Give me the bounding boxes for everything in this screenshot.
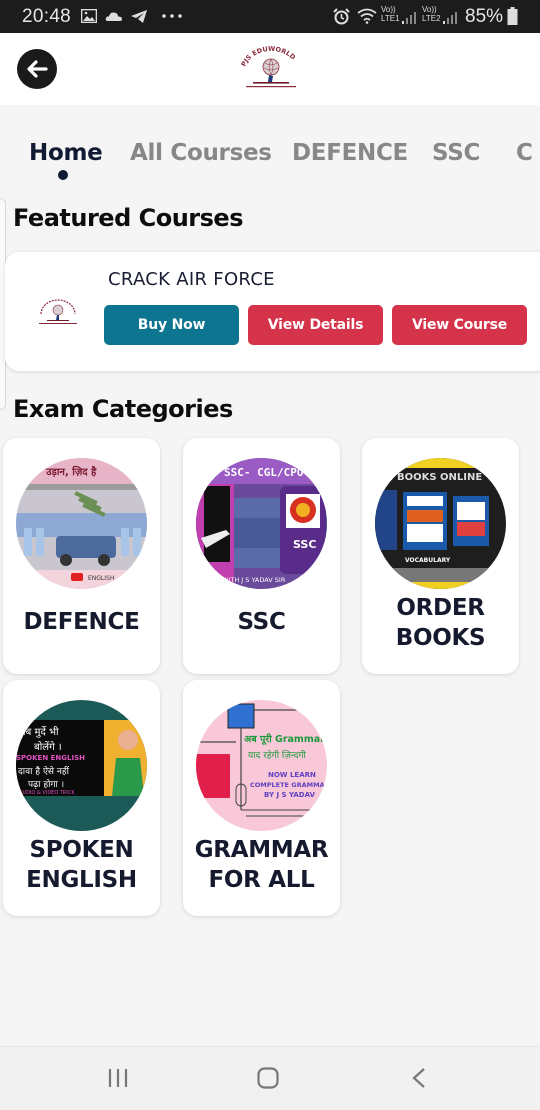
svg-text:दावा है ऐसे नहीं: दावा है ऐसे नहीं <box>18 765 70 777</box>
category-card-spoken-english[interactable]: अब मुर्दे भी बोलेंगे । SPOKEN ENGLISH दा… <box>3 680 160 916</box>
category-image-order-books: BOOKS ONLINE VOCABULARY <box>375 458 506 589</box>
category-tabs: Home All Courses DEFENCE SSC C <box>0 130 540 190</box>
signal-icon-2 <box>443 12 457 24</box>
category-card-grammar-for-all[interactable]: अब पूरी Grammar याद रहेगी ज़िन्दगी NOW L… <box>183 680 340 916</box>
svg-text:BOOKS ONLINE: BOOKS ONLINE <box>397 472 482 483</box>
tab-all-courses[interactable]: All Courses <box>130 140 272 166</box>
svg-text:बोलेंगे ।: बोलेंगे । <box>34 741 62 753</box>
exam-categories-title: Exam Categories <box>13 395 233 423</box>
view-course-button[interactable]: View Course <box>392 305 527 345</box>
category-image-grammar: अब पूरी Grammar याद रहेगी ज़िन्दगी NOW L… <box>196 700 327 831</box>
active-tab-indicator <box>58 170 68 180</box>
category-label-order-books: ORDER BOOKS <box>395 595 486 651</box>
image-icon <box>81 9 97 23</box>
buy-now-button[interactable]: Buy Now <box>104 305 239 345</box>
category-image-ssc: SSC- CGL/CPO SSC WITH J S YADAV SIR <box>196 458 327 589</box>
svg-text:अब मुर्दे भी: अब मुर्दे भी <box>18 726 59 738</box>
view-details-button[interactable]: View Details <box>248 305 383 345</box>
svg-text:याद रहेगी ज़िन्दगी: याद रहेगी ज़िन्दगी <box>248 749 307 761</box>
tab-more[interactable]: C <box>516 140 533 166</box>
svg-text:SPOKEN ENGLISH: SPOKEN ENGLISH <box>16 754 85 762</box>
home-icon[interactable] <box>257 1067 279 1089</box>
category-image-defence: उड़ान, ज़िद है ENGLISH <box>16 458 147 589</box>
system-nav-bar <box>0 1046 540 1110</box>
category-label-spoken-english: SPOKEN ENGLISH <box>26 837 137 893</box>
tab-ssc[interactable]: SSC <box>432 140 480 166</box>
battery-icon <box>507 7 518 25</box>
svg-text:अब पूरी Grammar: अब पूरी Grammar <box>244 733 325 745</box>
recents-icon[interactable] <box>107 1068 129 1088</box>
category-card-order-books[interactable]: BOOKS ONLINE VOCABULARY ORDER BOOKS <box>362 438 519 674</box>
svg-text:पढ़ा होगा ।: पढ़ा होगा । <box>28 778 64 790</box>
signal-icon <box>402 12 416 24</box>
category-image-spoken-english: अब मुर्दे भी बोलेंगे । SPOKEN ENGLISH दा… <box>16 700 147 831</box>
tab-defence[interactable]: DEFENCE <box>292 140 408 166</box>
app-bar: PJS EDUWORLD <box>0 33 540 105</box>
cloud-icon <box>105 12 122 21</box>
svg-text:COMPLETE GRAMMAR: COMPLETE GRAMMAR <box>250 781 327 789</box>
svg-text:उड़ान, ज़िद है: उड़ान, ज़िद है <box>45 465 97 478</box>
category-label-ssc: SSC <box>237 609 286 635</box>
category-card-defence[interactable]: उड़ान, ज़िद है ENGLISH DEFENCE <box>3 438 160 674</box>
tab-home[interactable]: Home <box>29 140 103 166</box>
status-bar: 20:48 Vo)) LTE1 Vo)) LTE2 85% <box>0 0 540 33</box>
arrow-left-icon <box>27 60 48 78</box>
volte-lte2-label: Vo)) LTE2 <box>422 5 441 23</box>
svg-text:ENGLISH: ENGLISH <box>88 575 114 582</box>
course-thumbnail <box>39 299 77 324</box>
svg-text:AUDIO & VIDEO TRICK: AUDIO & VIDEO TRICK <box>19 790 75 796</box>
svg-text:WITH J S YADAV SIR: WITH J S YADAV SIR <box>222 576 286 584</box>
category-label-grammar-for-all: GRAMMAR FOR ALL <box>194 837 329 893</box>
app-logo: PJS EDUWORLD <box>240 45 297 88</box>
status-time: 20:48 <box>22 6 72 27</box>
svg-text:VOCABULARY: VOCABULARY <box>405 557 451 564</box>
svg-text:BY J S YADAV: BY J S YADAV <box>264 791 316 799</box>
volte-lte1-label: Vo)) LTE1 <box>381 5 400 23</box>
featured-courses-title: Featured Courses <box>13 204 243 232</box>
svg-text:SSC: SSC <box>293 538 316 551</box>
alarm-icon <box>333 8 350 25</box>
more-dots-icon <box>162 14 182 18</box>
back-button[interactable] <box>17 49 57 89</box>
battery-percent: 85% <box>465 6 504 27</box>
wifi-icon <box>357 8 377 24</box>
svg-text:NOW LEARN: NOW LEARN <box>268 771 316 779</box>
course-title: CRACK AIR FORCE <box>108 269 275 290</box>
category-card-ssc[interactable]: SSC- CGL/CPO SSC WITH J S YADAV SIR SSC <box>183 438 340 674</box>
back-chevron-icon[interactable] <box>411 1067 427 1089</box>
featured-course-card[interactable]: CRACK AIR FORCE Buy Now View Details Vie… <box>5 252 540 371</box>
svg-text:SSC- CGL/CPO: SSC- CGL/CPO <box>224 466 304 479</box>
category-label-defence: DEFENCE <box>23 609 140 635</box>
telegram-icon <box>131 10 147 23</box>
